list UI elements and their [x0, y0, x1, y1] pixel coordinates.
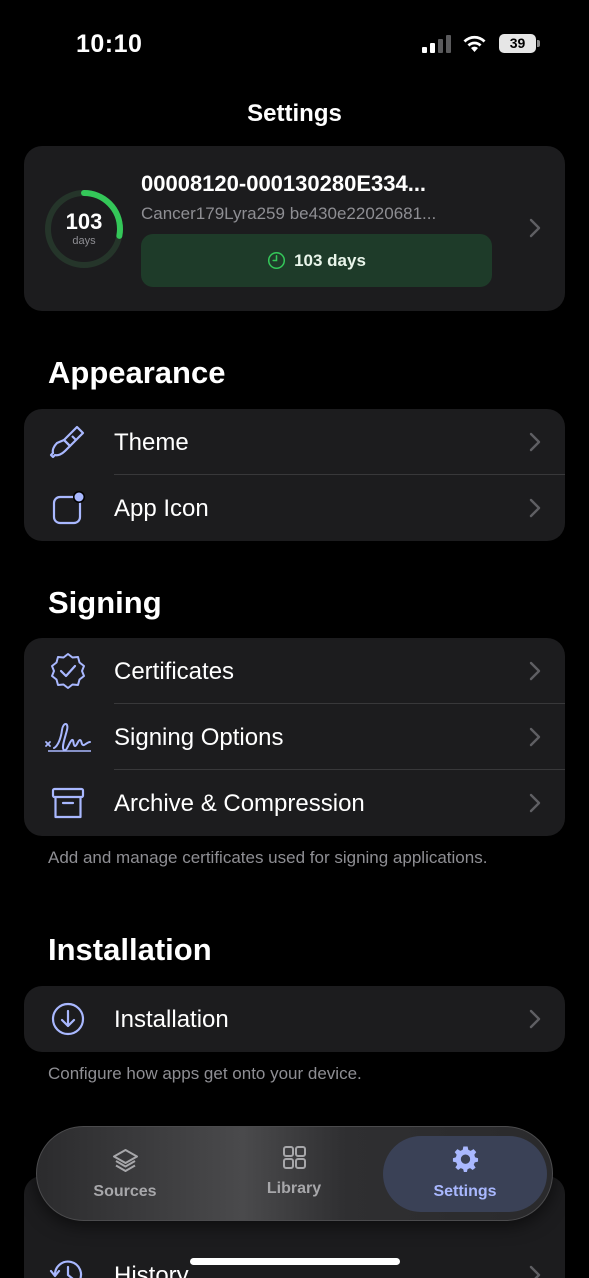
settings-row-label: Installation	[114, 1006, 229, 1033]
settings-row-label: Theme	[114, 429, 189, 456]
settings-row-installation[interactable]: Installation	[24, 986, 565, 1052]
tab-label: Sources	[93, 1183, 157, 1200]
status-bar: 10:10 39	[0, 0, 589, 90]
chevron-right-icon	[529, 498, 541, 518]
tab-label: Settings	[433, 1183, 497, 1200]
battery-indicator: 39	[499, 34, 540, 53]
wifi-icon	[463, 35, 486, 52]
arrow-down-circle-icon	[51, 1002, 85, 1036]
settings-row-label: App Icon	[114, 495, 209, 522]
stack-layers-icon	[113, 1149, 138, 1172]
expiry-badge: 103 days	[141, 234, 492, 287]
battery-level: 39	[499, 34, 536, 53]
settings-row-archive-compression[interactable]: Archive & Compression	[24, 770, 565, 836]
settings-row-app-icon[interactable]: App Icon	[24, 475, 565, 541]
history-clock-icon	[49, 1260, 83, 1278]
appearance-group: Theme App Icon	[24, 409, 565, 541]
settings-row-label: Signing Options	[114, 724, 284, 751]
chevron-right-icon	[529, 1265, 541, 1278]
chevron-right-icon	[529, 218, 541, 238]
installation-footer-text: Configure how apps get onto your device.	[48, 1064, 362, 1083]
chevron-right-icon	[529, 432, 541, 452]
chevron-right-icon	[529, 661, 541, 681]
cellular-signal-icon	[422, 35, 451, 53]
checkmark-seal-icon	[51, 653, 85, 689]
certificate-subtitle: Cancer179Lyra259 be430e22020681...	[141, 204, 437, 223]
signing-footer-text: Add and manage certificates used for sig…	[48, 848, 488, 867]
settings-row-certificates[interactable]: Certificates	[24, 638, 565, 704]
gear-icon	[452, 1146, 479, 1173]
tab-settings[interactable]: Settings	[380, 1127, 550, 1222]
days-remaining-unit: days	[72, 235, 96, 247]
grid-squares-icon	[283, 1146, 306, 1169]
chevron-right-icon	[529, 727, 541, 747]
tab-sources[interactable]: Sources	[40, 1127, 210, 1222]
certificate-card[interactable]: 103 days 00008120-000130280E334... Cance…	[24, 146, 565, 311]
expiry-badge-label: 103 days	[294, 250, 366, 270]
chevron-right-icon	[529, 1009, 541, 1029]
home-indicator	[190, 1258, 400, 1265]
archive-box-icon	[51, 787, 85, 819]
section-title-appearance: Appearance	[48, 355, 226, 390]
app-icon-badge-icon	[52, 491, 85, 525]
signature-icon	[45, 723, 91, 752]
tab-label: Library	[266, 1180, 322, 1197]
section-title-signing: Signing	[48, 585, 162, 620]
signing-group: Certificates Signing Options Archive & C…	[24, 638, 565, 836]
page-title: Settings	[247, 100, 342, 127]
certificate-name: 00008120-000130280E334...	[141, 171, 427, 196]
section-title-installation: Installation	[48, 932, 212, 967]
settings-row-label: Archive & Compression	[114, 790, 365, 817]
status-time: 10:10	[76, 30, 143, 58]
chevron-right-icon	[529, 793, 541, 813]
installation-group: Installation	[24, 986, 565, 1052]
settings-row-label: History	[114, 1262, 189, 1278]
days-remaining-value: 103	[65, 209, 103, 234]
tab-bar: Sources Library Settings	[36, 1126, 553, 1221]
settings-row-signing-options[interactable]: Signing Options	[24, 704, 565, 770]
clock-icon	[268, 251, 286, 270]
paintbrush-icon	[49, 425, 85, 459]
tab-library[interactable]: Library	[209, 1127, 379, 1222]
settings-row-label: Certificates	[114, 658, 235, 685]
settings-row-theme[interactable]: Theme	[24, 409, 565, 475]
